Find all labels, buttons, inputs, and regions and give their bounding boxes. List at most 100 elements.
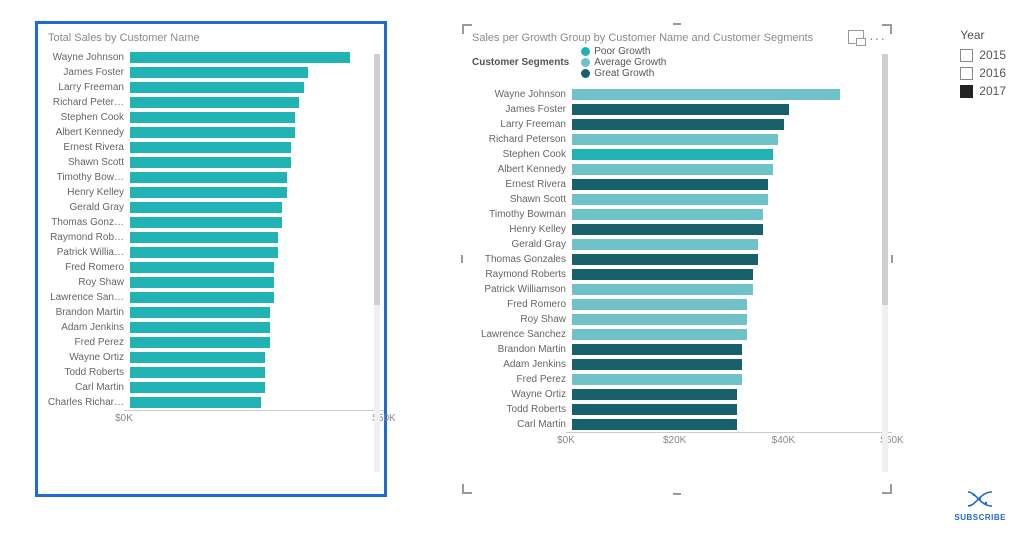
bar — [130, 307, 270, 318]
bar — [572, 254, 758, 265]
bar-row[interactable]: Wayne Ortiz — [462, 387, 892, 402]
slicer-option[interactable]: 2017 — [960, 82, 1006, 100]
bar-label: Lawrence San… — [38, 292, 130, 303]
bar — [130, 157, 291, 168]
bar — [572, 314, 747, 325]
slicer-option[interactable]: 2015 — [960, 46, 1006, 64]
bar-label: Fred Romero — [462, 299, 572, 310]
bar-label: James Foster — [38, 67, 130, 78]
bar-row[interactable]: Gerald Gray — [38, 200, 384, 215]
scrollbar[interactable] — [882, 54, 888, 472]
bar-label: Raymond Rob… — [38, 232, 130, 243]
bar-row[interactable]: Todd Roberts — [462, 402, 892, 417]
bar — [572, 269, 753, 280]
bar — [130, 127, 295, 138]
bar-row[interactable]: Patrick Willia… — [38, 245, 384, 260]
checkbox-icon — [960, 85, 973, 98]
bar-row[interactable]: Fred Romero — [38, 260, 384, 275]
chart-title: Sales per Growth Group by Customer Name … — [462, 24, 892, 46]
bar-label: Carl Martin — [38, 382, 130, 393]
bar — [572, 419, 737, 430]
bar-label: Brandon Martin — [462, 344, 572, 355]
bar-row[interactable]: Charles Richar… — [38, 395, 384, 410]
bar-row[interactable]: Wayne Ortiz — [38, 350, 384, 365]
bar-row[interactable]: James Foster — [462, 102, 892, 117]
bar-row[interactable]: Adam Jenkins — [38, 320, 384, 335]
bar-row[interactable]: Fred Perez — [462, 372, 892, 387]
bar-row[interactable]: Richard Peterson — [462, 132, 892, 147]
bar-row[interactable]: Gerald Gray — [462, 237, 892, 252]
chart-total-sales[interactable]: Total Sales by Customer Name Wayne Johns… — [38, 24, 384, 494]
legend-label: Great Growth — [594, 68, 654, 79]
bar-label: Gerald Gray — [462, 239, 572, 250]
bar-row[interactable]: Ernest Rivera — [462, 177, 892, 192]
bar-label: Richard Peterson — [462, 134, 572, 145]
bar-label: Wayne Ortiz — [462, 389, 572, 400]
legend-swatch — [581, 69, 590, 78]
bar-row[interactable]: Shawn Scott — [462, 192, 892, 207]
bar-row[interactable]: Lawrence Sanchez — [462, 327, 892, 342]
bar-row[interactable]: Larry Freeman — [462, 117, 892, 132]
x-tick: $0K — [115, 413, 133, 424]
bar-row[interactable]: Albert Kennedy — [462, 162, 892, 177]
bar-row[interactable]: Carl Martin — [462, 417, 892, 432]
bar — [572, 389, 737, 400]
bar-label: Larry Freeman — [38, 82, 130, 93]
subscribe-badge[interactable]: SUBSCRIBE — [954, 490, 1006, 522]
bar-row[interactable]: Richard Peter… — [38, 95, 384, 110]
bar-row[interactable]: Fred Perez — [38, 335, 384, 350]
chart-title: Total Sales by Customer Name — [38, 24, 384, 46]
slicer-title: Year — [960, 28, 1006, 42]
bar-row[interactable]: Lawrence San… — [38, 290, 384, 305]
bar-label: Stephen Cook — [462, 149, 572, 160]
bar-row[interactable]: Ernest Rivera — [38, 140, 384, 155]
bar-row[interactable]: Todd Roberts — [38, 365, 384, 380]
bar-row[interactable]: Henry Kelley — [462, 222, 892, 237]
bar-row[interactable]: Wayne Johnson — [462, 87, 892, 102]
bar-label: Patrick Willia… — [38, 247, 130, 258]
year-slicer[interactable]: Year 201520162017 — [960, 28, 1006, 100]
chart-legend: Customer Segments Poor GrowthAverage Gro… — [462, 46, 892, 83]
bar-row[interactable]: Thomas Gonzales — [462, 252, 892, 267]
bar — [130, 67, 308, 78]
bar-label: Fred Romero — [38, 262, 130, 273]
bar-row[interactable]: Stephen Cook — [462, 147, 892, 162]
bar — [130, 382, 265, 393]
slicer-option[interactable]: 2016 — [960, 64, 1006, 82]
bar-row[interactable]: Raymond Roberts — [462, 267, 892, 282]
bar-row[interactable]: Timothy Bowman — [462, 207, 892, 222]
bar-row[interactable]: Wayne Johnson — [38, 50, 384, 65]
bar — [130, 262, 274, 273]
legend-item[interactable]: Average Growth — [581, 57, 666, 68]
bar-row[interactable]: Brandon Martin — [38, 305, 384, 320]
bar-row[interactable]: Henry Kelley — [38, 185, 384, 200]
bar-row[interactable]: James Foster — [38, 65, 384, 80]
bar-label: Henry Kelley — [462, 224, 572, 235]
bar — [572, 239, 758, 250]
bar-row[interactable]: Shawn Scott — [38, 155, 384, 170]
bar-row[interactable]: Roy Shaw — [38, 275, 384, 290]
bar-row[interactable]: Raymond Rob… — [38, 230, 384, 245]
scrollbar[interactable] — [374, 54, 380, 472]
legend-item[interactable]: Poor Growth — [581, 46, 666, 57]
bar-row[interactable]: Larry Freeman — [38, 80, 384, 95]
bar-row[interactable]: Patrick Williamson — [462, 282, 892, 297]
bar-label: Ernest Rivera — [38, 142, 130, 153]
bar-row[interactable]: Albert Kennedy — [38, 125, 384, 140]
x-tick: $20K — [663, 435, 686, 446]
bar-row[interactable]: Brandon Martin — [462, 342, 892, 357]
bar-row[interactable]: Stephen Cook — [38, 110, 384, 125]
bar-row[interactable]: Adam Jenkins — [462, 357, 892, 372]
bar-row[interactable]: Thomas Gonz… — [38, 215, 384, 230]
bar-row[interactable]: Carl Martin — [38, 380, 384, 395]
focus-mode-icon[interactable] — [848, 30, 864, 44]
bar-row[interactable]: Timothy Bow… — [38, 170, 384, 185]
bar — [572, 284, 753, 295]
bar-row[interactable]: Roy Shaw — [462, 312, 892, 327]
chart-sales-per-growth-group[interactable]: Sales per Growth Group by Customer Name … — [462, 24, 892, 494]
bar-row[interactable]: Fred Romero — [462, 297, 892, 312]
bar-label: Thomas Gonz… — [38, 217, 130, 228]
legend-item[interactable]: Great Growth — [581, 68, 666, 79]
bar-label: Gerald Gray — [38, 202, 130, 213]
bar-label: Stephen Cook — [38, 112, 130, 123]
